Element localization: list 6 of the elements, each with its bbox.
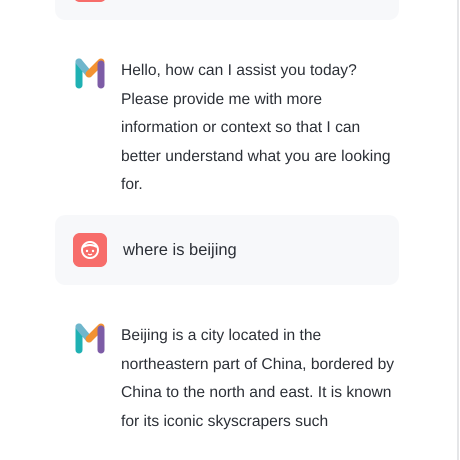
m-logo-icon bbox=[75, 56, 105, 90]
user-message-text: where is beijing bbox=[123, 240, 237, 261]
assistant-message-text: Hello, how can I assist you today? Please provide me with more information or context so that I can better understand what you are looking for. bbox=[121, 61, 392, 196]
face-avatar-icon bbox=[73, 232, 107, 267]
m-logo-icon bbox=[75, 320, 105, 355]
assistant-message-text: Beijing is a city located in the northeastern part of China, bordered by China to the north and east. It is known for its iconic skyscrapers such bbox=[121, 326, 396, 432]
